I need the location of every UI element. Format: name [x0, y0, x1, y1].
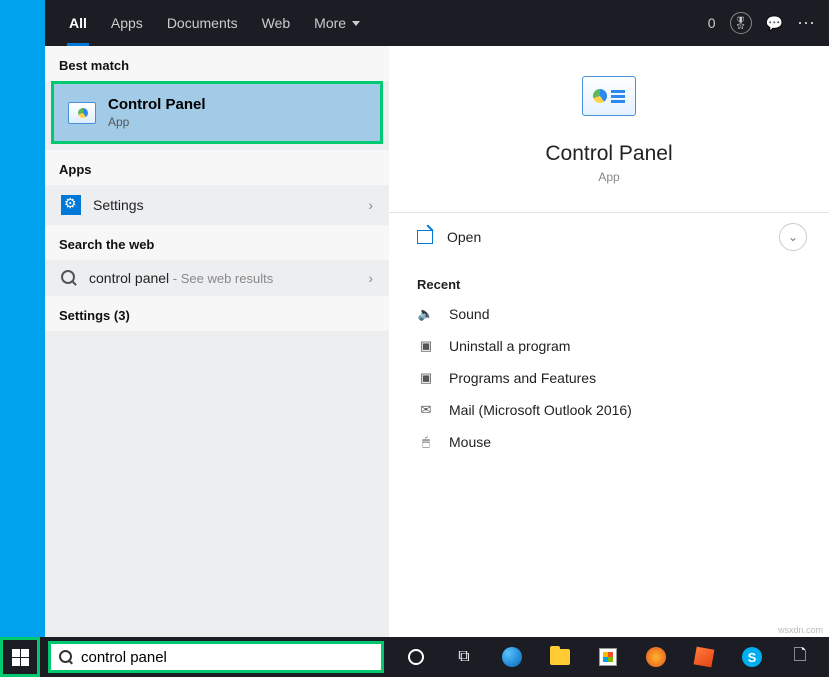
chevron-right-icon: ›: [368, 197, 373, 213]
cortana-icon: [408, 649, 424, 665]
app-generic-button[interactable]: 🗋: [776, 637, 824, 677]
recent-item-label: Uninstall a program: [449, 338, 570, 354]
open-icon: [417, 230, 433, 244]
tab-web[interactable]: Web: [250, 0, 303, 46]
tab-documents[interactable]: Documents: [155, 0, 250, 46]
firefox-button[interactable]: [632, 637, 680, 677]
cube-icon: [694, 647, 715, 668]
store-button[interactable]: [584, 637, 632, 677]
tab-apps[interactable]: Apps: [99, 0, 155, 46]
app-cube-button[interactable]: [680, 637, 728, 677]
preview-title: Control Panel: [545, 142, 672, 166]
search-icon: [61, 270, 77, 286]
program-icon: ▣: [417, 338, 435, 354]
taskbar: ⧉ S 🗋: [0, 637, 829, 677]
section-search-web: Search the web: [45, 225, 389, 260]
tab-all[interactable]: All: [57, 0, 99, 46]
result-label: Settings: [93, 197, 144, 213]
tab-label: More: [314, 15, 346, 31]
mouse-icon: 🖱: [417, 434, 435, 450]
tabbar-right-controls: 0 🎖 💬 ⋯: [708, 12, 817, 34]
skype-icon: S: [742, 647, 762, 667]
file-explorer-button[interactable]: [536, 637, 584, 677]
taskbar-pinned-apps: ⧉ S 🗋: [392, 637, 824, 677]
options-icon[interactable]: ⋯: [797, 13, 817, 34]
speaker-icon: 🔈: [417, 306, 435, 322]
web-result-control-panel[interactable]: control panel - See web results ›: [45, 260, 389, 296]
recent-item-label: Mail (Microsoft Outlook 2016): [449, 402, 632, 418]
apps-result-settings[interactable]: Settings ›: [45, 185, 389, 225]
best-match-title: Control Panel: [108, 96, 206, 113]
control-panel-large-icon: [582, 76, 636, 116]
recent-item-mail[interactable]: ✉ Mail (Microsoft Outlook 2016): [389, 394, 829, 426]
search-input[interactable]: [81, 649, 373, 666]
task-view-button[interactable]: ⧉: [440, 637, 488, 677]
web-result-query: control panel: [89, 270, 169, 286]
taskbar-search-box[interactable]: [48, 641, 384, 673]
section-best-match: Best match: [45, 46, 389, 81]
start-button[interactable]: [0, 637, 40, 677]
watermark: wsxdn.com: [778, 625, 823, 635]
edge-button[interactable]: [488, 637, 536, 677]
recent-item-uninstall[interactable]: ▣ Uninstall a program: [389, 330, 829, 362]
recent-item-mouse[interactable]: 🖱 Mouse: [389, 426, 829, 458]
desktop-background-strip: [0, 0, 45, 660]
search-filter-tabbar: All Apps Documents Web More 0 🎖 💬 ⋯: [45, 0, 829, 46]
search-icon: [59, 650, 73, 664]
tab-label: Documents: [167, 15, 238, 31]
firefox-icon: [646, 647, 666, 667]
tab-label: All: [69, 15, 87, 31]
preview-subtitle: App: [598, 170, 619, 184]
action-open[interactable]: Open ⌄: [389, 213, 829, 261]
edge-icon: [502, 647, 522, 667]
section-apps: Apps: [45, 150, 389, 185]
windows-logo-icon: [12, 649, 29, 666]
mail-icon: ✉: [417, 402, 435, 418]
task-view-icon: ⧉: [458, 648, 469, 666]
skype-button[interactable]: S: [728, 637, 776, 677]
rewards-icon[interactable]: 🎖: [730, 12, 752, 34]
gear-icon: [61, 195, 81, 215]
recent-item-programs-features[interactable]: ▣ Programs and Features: [389, 362, 829, 394]
program-icon: ▣: [417, 370, 435, 386]
store-icon: [599, 648, 617, 666]
section-settings-count: Settings (3): [45, 296, 389, 331]
search-results-panel: All Apps Documents Web More 0 🎖 💬 ⋯ Best…: [45, 0, 829, 660]
recent-item-label: Mouse: [449, 434, 491, 450]
feedback-icon[interactable]: 💬: [766, 15, 783, 32]
results-body: Best match Control Panel App Apps Settin…: [45, 46, 829, 660]
cortana-button[interactable]: [392, 637, 440, 677]
best-match-result[interactable]: Control Panel App: [51, 81, 383, 144]
best-match-subtitle: App: [108, 115, 206, 129]
tab-label: Web: [262, 15, 291, 31]
rewards-count: 0: [708, 15, 716, 31]
recent-header: Recent: [389, 261, 829, 298]
control-panel-icon: [68, 102, 96, 124]
tab-label: Apps: [111, 15, 143, 31]
web-result-suffix: - See web results: [169, 271, 273, 286]
tab-more[interactable]: More: [302, 0, 372, 46]
recent-item-label: Sound: [449, 306, 489, 322]
action-label: Open: [447, 229, 481, 245]
recent-item-sound[interactable]: 🔈 Sound: [389, 298, 829, 330]
recent-item-label: Programs and Features: [449, 370, 596, 386]
app-icon: 🗋: [794, 644, 807, 671]
chevron-right-icon: ›: [368, 270, 373, 286]
folder-icon: [550, 649, 570, 665]
preview-pane: Control Panel App Open ⌄ Recent 🔈 Sound …: [389, 46, 829, 660]
expand-chevron-icon[interactable]: ⌄: [779, 223, 807, 251]
results-left-column: Best match Control Panel App Apps Settin…: [45, 46, 389, 660]
